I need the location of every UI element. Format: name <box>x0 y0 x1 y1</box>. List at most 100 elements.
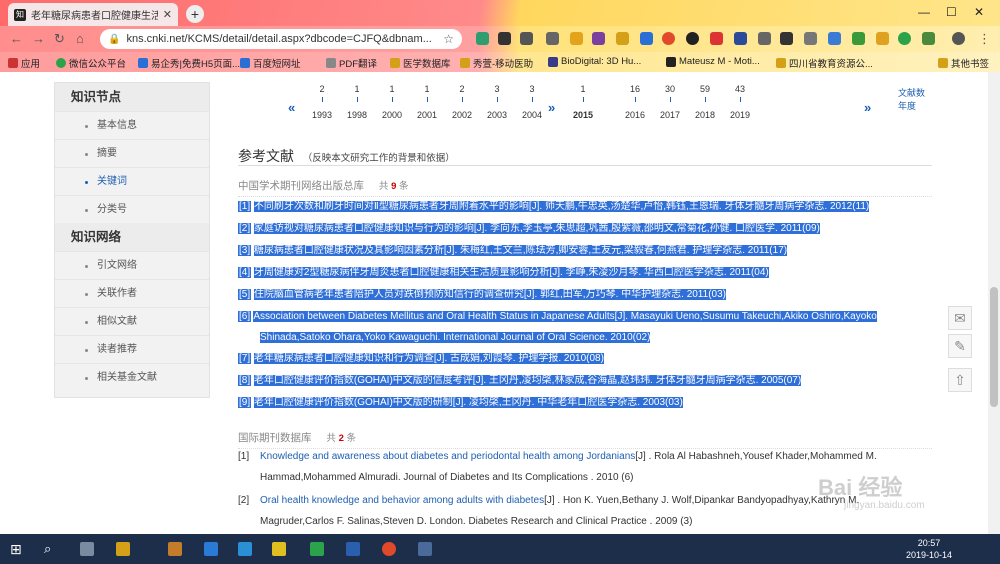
reference-text[interactable]: Association between Diabetes Mellitus an… <box>253 311 877 322</box>
extension-icon[interactable] <box>662 32 675 45</box>
sidebar-item-keywords[interactable]: 关键词 <box>55 167 209 195</box>
timeline-year[interactable]: 59 2018 <box>690 84 720 120</box>
timeline-year[interactable]: 1 2015 <box>568 84 598 120</box>
timeline-year[interactable]: 3 2004 <box>517 84 547 120</box>
bookmark-item[interactable]: 秀萱-移动医助 <box>460 56 533 70</box>
home-icon[interactable]: ⌂ <box>76 31 84 46</box>
edge-icon[interactable] <box>204 542 218 556</box>
reference-text[interactable]: 糖尿病患者口腔健康状况及其影响因素分析[J]. 朱梅红,王文兰,陈珐芳,卿安蓉,… <box>253 245 788 256</box>
reference-text[interactable]: 住院脑血管病老年患者陪护人员对跌倒预防知信行的调查研究[J]. 郭红,田军,万巧… <box>253 289 726 300</box>
extension-icon[interactable] <box>780 32 793 45</box>
reference-link[interactable]: Knowledge and awareness about diabetes a… <box>260 451 635 462</box>
taskbar-clock[interactable]: 20:57 2019-10-14 <box>906 537 952 561</box>
window-close-icon[interactable]: ✕ <box>974 5 984 19</box>
extension-icon[interactable] <box>570 32 583 45</box>
reference-text[interactable]: 老年口腔健康评价指数(GOHAI)中文版的研制[J]. 凌均棨,王冈丹. 中华老… <box>253 397 683 408</box>
reference-text[interactable]: 不同刷牙次数和刷牙时间对Ⅱ型糖尿病患者牙周附着水平的影响[J]. 师天鹏,牛忠英… <box>253 201 870 212</box>
sidebar-item-similar-docs[interactable]: 相似文献 <box>55 307 209 335</box>
other-bookmarks[interactable]: 其他书签 <box>938 56 989 70</box>
extension-icon[interactable] <box>520 32 533 45</box>
extension-icon[interactable] <box>498 32 511 45</box>
star-icon[interactable]: ☆ <box>443 32 454 46</box>
extension-icon[interactable] <box>734 32 747 45</box>
address-bar[interactable]: 🔒 kns.cnki.net/KCMS/detail/detail.aspx?d… <box>100 29 462 49</box>
reference-text[interactable]: Shinada,Satoko Ohara,Yoko Kawaguchi. Int… <box>260 332 651 343</box>
tab-close-icon[interactable]: ✕ <box>163 8 172 21</box>
wechat-icon[interactable] <box>310 542 324 556</box>
sidebar-item-reader-recommend[interactable]: 读者推荐 <box>55 335 209 363</box>
sticky-notes-icon[interactable] <box>272 542 286 556</box>
reference-text[interactable]: 牙周健康对2型糖尿病伴牙周炎患者口腔健康相关生活质量影响分析[J]. 李峥,朱凌… <box>253 267 769 278</box>
back-to-top-icon[interactable]: ⇧ <box>948 368 972 392</box>
timeline-year[interactable]: 2 2002 <box>447 84 477 120</box>
extension-icon[interactable] <box>476 32 489 45</box>
edit-icon[interactable]: ✎ <box>948 334 972 358</box>
app-icon[interactable] <box>168 542 182 556</box>
scrollbar-thumb[interactable] <box>990 287 998 407</box>
extension-icon[interactable] <box>758 32 771 45</box>
maximize-icon[interactable]: ☐ <box>946 5 957 19</box>
bookmark-item[interactable]: 易企秀|免费H5页面... <box>138 56 240 70</box>
bookmark-item[interactable]: 医学数据库 <box>390 56 451 70</box>
avatar[interactable] <box>952 32 965 45</box>
timeline-year[interactable]: 16 2016 <box>620 84 650 120</box>
timeline-year[interactable]: 1 2001 <box>412 84 442 120</box>
bookmark-apps[interactable]: 应用 <box>8 56 40 70</box>
extension-icon[interactable] <box>876 32 889 45</box>
word-icon[interactable] <box>346 542 360 556</box>
bookmark-item[interactable]: 微信公众平台 <box>56 56 126 70</box>
extension-icon[interactable] <box>922 32 935 45</box>
reference-link[interactable]: Oral health knowledge and behavior among… <box>260 495 544 506</box>
minimize-icon[interactable]: — <box>918 5 930 19</box>
sidebar-item-related-fund[interactable]: 相关基金文献 <box>55 363 209 391</box>
extension-icon[interactable] <box>828 32 841 45</box>
extension-icon[interactable] <box>686 32 699 45</box>
app-icon[interactable] <box>418 542 432 556</box>
extension-icon[interactable] <box>710 32 723 45</box>
task-view-icon[interactable] <box>80 542 94 556</box>
extension-icon[interactable] <box>546 32 559 45</box>
sidebar-item-citation-network[interactable]: 引文网络 <box>55 251 209 279</box>
browser-tab[interactable]: 知 老年糖尿病患者口腔健康生活质... ✕ <box>8 3 178 26</box>
new-tab-button[interactable]: + <box>186 5 204 23</box>
sidebar-item-classification[interactable]: 分类号 <box>55 195 209 223</box>
chrome-icon[interactable] <box>382 542 396 556</box>
timeline-next-icon[interactable]: » <box>864 100 871 115</box>
forward-icon[interactable]: → <box>32 31 45 46</box>
file-explorer-icon[interactable] <box>116 542 130 556</box>
menu-icon[interactable]: ⋮ <box>978 31 991 47</box>
app-icon[interactable] <box>238 542 252 556</box>
timeline-year[interactable]: 1 1998 <box>342 84 372 120</box>
extension-icon[interactable] <box>616 32 629 45</box>
bookmark-item[interactable]: BioDigital: 3D Hu... <box>548 56 641 67</box>
bookmark-item[interactable]: 四川省教育资源公... <box>776 56 873 70</box>
sidebar-item-abstract[interactable]: 摘要 <box>55 139 209 167</box>
reload-icon[interactable]: ↻ <box>54 31 65 47</box>
extension-icon[interactable] <box>592 32 605 45</box>
timeline-year[interactable]: 43 2019 <box>725 84 755 120</box>
bookmark-item[interactable]: 百度短网址 <box>240 56 301 70</box>
extension-icon[interactable] <box>852 32 865 45</box>
back-icon[interactable]: ← <box>10 31 23 46</box>
extension-icon[interactable] <box>640 32 653 45</box>
reference-text[interactable]: 老年糖尿病患者口腔健康知识和行为调查[J]. 古成娟,刘霞琴. 护理学报. 20… <box>253 353 604 364</box>
timeline-year[interactable]: 2 1993 <box>307 84 337 120</box>
sidebar-item-basic-info[interactable]: 基本信息 <box>55 111 209 139</box>
comment-icon[interactable]: ✉ <box>948 306 972 330</box>
sidebar-item-related-authors[interactable]: 关联作者 <box>55 279 209 307</box>
timeline-mid-icon[interactable]: » <box>548 100 555 115</box>
extension-icon[interactable] <box>898 32 911 45</box>
scrollbar[interactable] <box>988 72 1000 534</box>
search-icon[interactable]: ⌕ <box>44 541 51 557</box>
timeline-prev-icon[interactable]: « <box>288 100 295 115</box>
timeline-year[interactable]: 30 2017 <box>655 84 685 120</box>
bookmark-item[interactable]: PDF翻译 <box>326 56 377 70</box>
reference-text[interactable]: 家庭访视对糖尿病患者口腔健康知识与行为的影响[J]. 李向东,李玉亭,朱思超,巩… <box>253 223 820 234</box>
extension-icon[interactable] <box>804 32 817 45</box>
timeline-year[interactable]: 3 2003 <box>482 84 512 120</box>
url-text[interactable]: kns.cnki.net/KCMS/detail/detail.aspx?dbc… <box>126 33 437 45</box>
bookmark-item[interactable]: Mateusz M - Moti... <box>666 56 760 67</box>
timeline-year[interactable]: 1 2000 <box>377 84 407 120</box>
windows-start-icon[interactable]: ⊞ <box>10 541 22 558</box>
reference-text[interactable]: 老年口腔健康评价指数(GOHAI)中文版的信度考评[J]. 王冈丹,凌均棨,林家… <box>253 375 802 386</box>
